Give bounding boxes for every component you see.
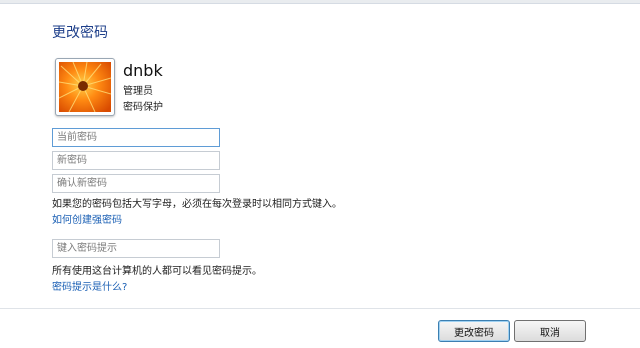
user-avatar [55,58,115,116]
page-title: 更改密码 [52,25,108,41]
new-password-input[interactable] [52,151,220,170]
change-password-button[interactable]: 更改密码 [438,320,510,342]
footer-divider [0,308,640,309]
hint-visibility-note: 所有使用这台计算机的人都可以看见密码提示。 [52,266,262,277]
current-password-input[interactable] [52,128,220,147]
caps-lock-note: 如果您的密码包括大写字母，必须在每次登录时以相同方式键入。 [52,199,342,210]
window-top-border [0,0,640,4]
user-role: 管理员 [123,86,153,97]
orange-flower-icon [59,62,111,112]
password-protection-status: 密码保护 [123,102,163,113]
cancel-button[interactable]: 取消 [514,320,586,342]
password-hint-input[interactable] [52,239,220,258]
confirm-password-input[interactable] [52,174,220,193]
user-name: dnbk [123,61,163,80]
what-is-password-hint-link[interactable]: 密码提示是什么? [52,278,127,293]
strong-password-help-link[interactable]: 如何创建强密码 [52,211,122,226]
